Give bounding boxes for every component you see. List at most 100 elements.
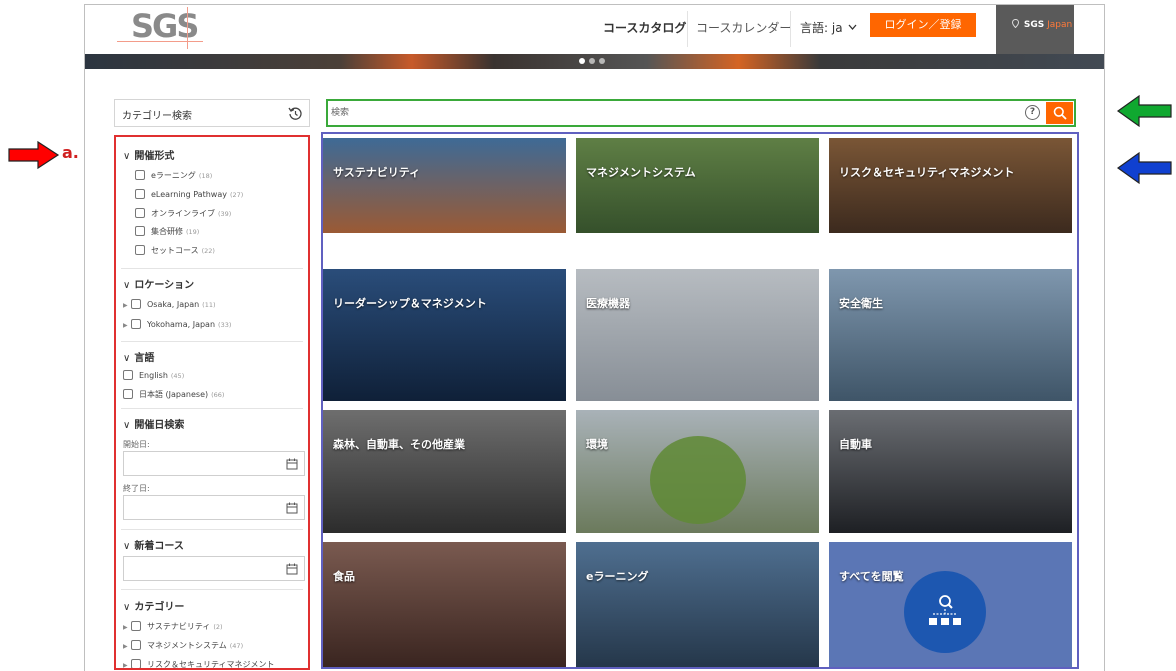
start-date-label: 開始日: xyxy=(123,440,150,449)
carousel-dot-active[interactable] xyxy=(579,58,585,64)
expand-triangle-icon[interactable]: ▶ xyxy=(123,643,131,650)
help-icon[interactable]: ? xyxy=(1025,105,1040,120)
option-count: (18) xyxy=(198,172,213,180)
filter-option[interactable]: ▶ Osaka, Japan (11) xyxy=(123,299,216,309)
tile-label: 食品 xyxy=(333,570,355,583)
filter-option[interactable]: ▶ マネジメントシステム (47) xyxy=(123,640,243,651)
tile-forestry-automotive-other[interactable]: 森林、自動車、その他産業 xyxy=(323,410,566,533)
option-count: (2) xyxy=(213,623,223,631)
calendar-icon[interactable] xyxy=(286,502,298,514)
checkbox[interactable] xyxy=(135,208,145,218)
filter-option[interactable]: ▶ リスク＆セキュリティマネジメント xyxy=(123,659,275,668)
checkbox[interactable] xyxy=(135,189,145,199)
new-course-date-input[interactable] xyxy=(123,556,305,581)
chevron-down-icon: ∨ xyxy=(123,541,131,552)
logo-hline xyxy=(117,41,203,42)
checkbox[interactable] xyxy=(135,170,145,180)
checkbox[interactable] xyxy=(131,640,141,650)
expand-triangle-icon[interactable]: ▶ xyxy=(123,322,131,329)
search-input[interactable] xyxy=(331,104,1021,122)
reset-icon[interactable] xyxy=(288,106,303,121)
filter-section-format[interactable]: ∨ 開催形式 xyxy=(123,147,174,162)
login-register-button[interactable]: ログイン／登録 xyxy=(870,13,976,37)
checkbox[interactable] xyxy=(131,621,141,631)
filter-option[interactable]: eラーニング (18) xyxy=(135,170,212,181)
tile-environment[interactable]: 環境 xyxy=(576,410,819,533)
nav-course-catalog[interactable]: コースカタログ xyxy=(603,19,686,36)
checkbox[interactable] xyxy=(123,389,133,399)
filter-sidebar: ∨ 開催形式 eラーニング (18) eLearning Pathway (27) オ… xyxy=(114,135,310,670)
category-tile-grid: サステナビリティ マネジメントシステム リスク＆セキュリティマネジメント リーダ… xyxy=(321,132,1079,669)
option-count: (66) xyxy=(211,391,225,399)
language-selector[interactable]: 言語: ja xyxy=(800,19,857,36)
option-label: オンラインライブ xyxy=(151,209,215,218)
filter-option[interactable]: 集合研修 (19) xyxy=(135,226,199,237)
chevron-down-icon: ∨ xyxy=(123,280,131,291)
tile-health-safety[interactable]: 安全衛生 xyxy=(829,269,1072,401)
tile-image xyxy=(323,542,566,667)
expand-triangle-icon[interactable]: ▶ xyxy=(123,662,131,668)
tile-browse-all[interactable]: すべてを閲覧 xyxy=(829,542,1072,667)
site-header: SGS コースカタログ コースカレンダー 言語: ja ログイン／登録 SGS … xyxy=(85,5,1104,54)
checkbox[interactable] xyxy=(135,245,145,255)
filter-option[interactable]: オンラインライブ (39) xyxy=(135,208,231,219)
section-divider xyxy=(121,341,303,342)
section-title: 開催日検索 xyxy=(134,420,185,431)
filter-option[interactable]: eLearning Pathway (27) xyxy=(135,189,243,199)
tile-automotive[interactable]: 自動車 xyxy=(829,410,1072,533)
end-date-label: 終了日: xyxy=(123,484,150,493)
checkbox[interactable] xyxy=(131,299,141,309)
tile-label: 森林、自動車、その他産業 xyxy=(333,438,465,451)
checkbox[interactable] xyxy=(135,226,145,236)
carousel-dot[interactable] xyxy=(599,58,605,64)
tile-food[interactable]: 食品 xyxy=(323,542,566,667)
tile-leadership[interactable]: リーダーシップ＆マネジメント xyxy=(323,269,566,401)
red-arrow-icon xyxy=(8,140,60,170)
sgs-logo[interactable]: SGS xyxy=(117,7,203,49)
checkbox[interactable] xyxy=(131,659,141,668)
section-title: ロケーション xyxy=(134,280,195,291)
filter-section-location[interactable]: ∨ ロケーション xyxy=(123,276,194,291)
tile-medical-devices[interactable]: 医療機器 xyxy=(576,269,819,401)
tile-management-systems[interactable]: マネジメントシステム xyxy=(576,138,819,233)
tile-label: 医療機器 xyxy=(586,297,630,310)
tile-elearning[interactable]: eラーニング xyxy=(576,542,819,667)
checkbox[interactable] xyxy=(131,319,141,329)
end-date-input[interactable] xyxy=(123,495,305,520)
calendar-icon[interactable] xyxy=(286,458,298,470)
language-label: 言語: ja xyxy=(800,21,843,35)
option-label: 集合研修 xyxy=(151,227,183,236)
calendar-icon[interactable] xyxy=(286,563,298,575)
tile-risk-security[interactable]: リスク＆セキュリティマネジメント xyxy=(829,138,1072,233)
filter-option[interactable]: 日本語 (Japanese) (66) xyxy=(123,389,224,400)
option-label: Yokohama, Japan xyxy=(147,320,216,329)
tile-image xyxy=(829,269,1072,401)
filter-section-date[interactable]: ∨ 開催日検索 xyxy=(123,416,184,431)
filter-option[interactable]: English (45) xyxy=(123,370,184,380)
tile-sustainability[interactable]: サステナビリティ xyxy=(323,138,566,233)
option-count: (27) xyxy=(229,191,244,199)
filter-section-new[interactable]: ∨ 新着コース xyxy=(123,537,184,552)
filter-option[interactable]: ▶ Yokohama, Japan (33) xyxy=(123,319,231,329)
search-button[interactable] xyxy=(1046,102,1073,124)
region-selector[interactable]: SGS Japan xyxy=(996,5,1074,54)
filter-option[interactable]: ▶ サステナビリティ (2) xyxy=(123,621,223,632)
section-divider xyxy=(121,408,303,409)
carousel-dot[interactable] xyxy=(589,58,595,64)
category-search-header[interactable]: カテゴリー検索 xyxy=(114,99,310,127)
nav-course-calendar[interactable]: コースカレンダー xyxy=(696,19,791,36)
start-date-input[interactable] xyxy=(123,451,305,476)
filter-option[interactable]: セットコース (22) xyxy=(135,245,215,256)
expand-triangle-icon[interactable]: ▶ xyxy=(123,624,131,631)
checkbox[interactable] xyxy=(123,370,133,380)
location-pin-icon xyxy=(1011,18,1020,29)
chevron-down-icon: ∨ xyxy=(123,353,131,364)
expand-triangle-icon[interactable]: ▶ xyxy=(123,302,131,309)
tile-image xyxy=(323,269,566,401)
section-title: 開催形式 xyxy=(134,151,175,162)
option-count: (33) xyxy=(218,321,232,329)
filter-section-language[interactable]: ∨ 言語 xyxy=(123,349,154,364)
section-title: カテゴリー xyxy=(134,602,185,613)
option-count: (47) xyxy=(229,642,244,650)
filter-section-category[interactable]: ∨ カテゴリー xyxy=(123,598,184,613)
